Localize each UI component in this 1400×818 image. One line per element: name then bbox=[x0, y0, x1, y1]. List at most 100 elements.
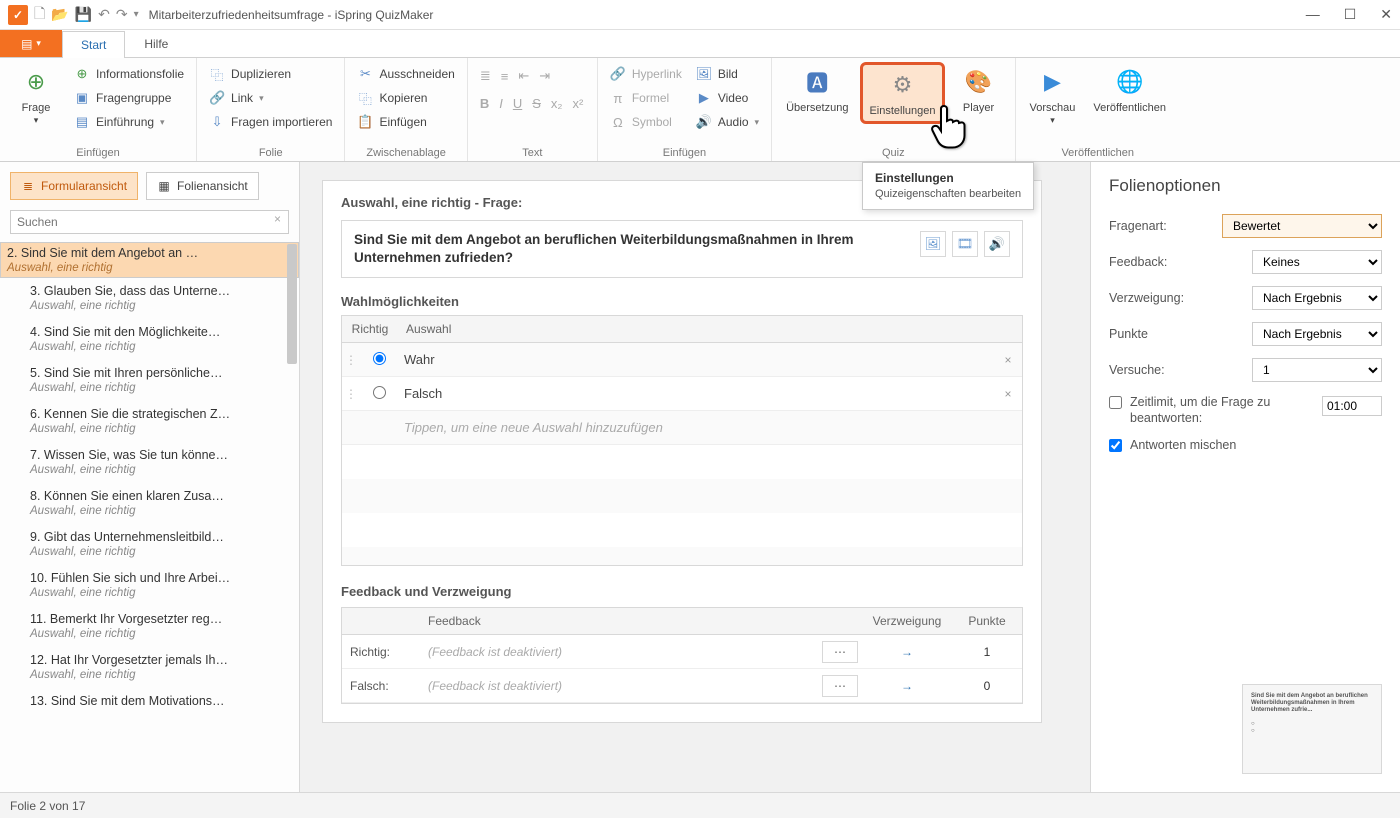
open-icon[interactable]: 📂 bbox=[51, 6, 68, 23]
shuffle-label: Antworten mischen bbox=[1130, 437, 1236, 453]
fragen-importieren-button[interactable]: ⇩Fragen importieren bbox=[205, 112, 336, 132]
drag-handle-icon[interactable]: ⋮ bbox=[342, 387, 360, 401]
question-list-item[interactable]: 7. Wissen Sie, was Sie tun könne…Auswahl… bbox=[0, 442, 299, 483]
question-list-item[interactable]: 3. Glauben Sie, dass das Unterne…Auswahl… bbox=[0, 278, 299, 319]
veroeffentlichen-button[interactable]: 🌐 Veröffentlichen bbox=[1087, 62, 1172, 118]
shuffle-checkbox[interactable] bbox=[1109, 439, 1122, 452]
add-choice-row[interactable]: Tippen, um eine neue Auswahl hinzuzufüge… bbox=[342, 411, 1022, 445]
branch-select[interactable]: Nach Ergebnis bbox=[1252, 286, 1382, 310]
clear-search-icon[interactable]: × bbox=[274, 212, 281, 226]
strike-icon[interactable]: S bbox=[532, 96, 541, 111]
qtype-select[interactable]: Bewertet bbox=[1222, 214, 1382, 238]
fb-branch-icon[interactable]: → bbox=[862, 679, 952, 693]
add-image-button[interactable]: 🖼 bbox=[920, 231, 946, 257]
attempts-select[interactable]: 1 bbox=[1252, 358, 1382, 382]
folienansicht-button[interactable]: ▦ Folienansicht bbox=[146, 172, 259, 200]
formel-button[interactable]: πFormel bbox=[606, 88, 686, 108]
hyperlink-button[interactable]: 🔗Hyperlink bbox=[606, 64, 686, 84]
question-list-item[interactable]: 6. Kennen Sie die strategischen Z…Auswah… bbox=[0, 401, 299, 442]
question-list-item[interactable]: 9. Gibt das Unternehmensleitbild…Auswahl… bbox=[0, 524, 299, 565]
outdent-icon[interactable]: ⇤ bbox=[518, 68, 529, 84]
uebersetzung-button[interactable]: 🅰 Übersetzung bbox=[780, 62, 854, 118]
fb-points[interactable]: 1 bbox=[952, 645, 1022, 659]
einstellungen-button[interactable]: ⚙ Einstellungen bbox=[860, 62, 944, 124]
close-button[interactable]: ✕ bbox=[1380, 6, 1392, 23]
kopieren-button[interactable]: ⿻Kopieren bbox=[353, 88, 458, 108]
choice-row[interactable]: ⋮ Falsch× bbox=[342, 377, 1022, 411]
underline-icon[interactable]: U bbox=[513, 96, 522, 111]
vorschau-button[interactable]: ▶ Vorschau▾ bbox=[1024, 62, 1082, 130]
group-icon: ▣ bbox=[74, 90, 90, 106]
tab-start[interactable]: Start bbox=[62, 31, 125, 58]
question-list-item[interactable]: 13. Sind Sie mit dem Motivations… bbox=[0, 688, 299, 717]
link-button[interactable]: 🔗Link ▾ bbox=[205, 88, 336, 108]
choice-text[interactable]: Falsch bbox=[398, 386, 994, 401]
file-tab[interactable]: ▤ ▾ bbox=[0, 30, 62, 57]
formularansicht-button[interactable]: ≣ Formularansicht bbox=[10, 172, 138, 200]
question-list-item[interactable]: 10. Fühlen Sie sich und Ihre Arbei…Auswa… bbox=[0, 565, 299, 606]
scrollbar-thumb[interactable] bbox=[287, 244, 297, 364]
feedback-select[interactable]: Keines bbox=[1252, 250, 1382, 274]
slide-preview[interactable]: Sind Sie mit dem Angebot an beruflichen … bbox=[1242, 684, 1382, 774]
save-icon[interactable]: 💾 bbox=[75, 6, 92, 23]
points-select[interactable]: Nach Ergebnis bbox=[1252, 322, 1382, 346]
question-list[interactable]: 2. Sind Sie mit dem Angebot an …Auswahl,… bbox=[0, 242, 299, 792]
numbering-icon[interactable]: ≡ bbox=[501, 69, 509, 84]
fb-more-button[interactable]: ⋯ bbox=[822, 675, 858, 697]
frage-button[interactable]: ⊕ Frage▾ bbox=[8, 62, 64, 130]
new-icon[interactable]: 🗋 bbox=[34, 3, 45, 27]
delete-choice-icon[interactable]: × bbox=[994, 353, 1022, 367]
question-list-item[interactable]: 11. Bemerkt Ihr Vorgesetzter reg…Auswahl… bbox=[0, 606, 299, 647]
choice-row[interactable]: ⋮ Wahr× bbox=[342, 343, 1022, 377]
player-button[interactable]: 🎨 Player bbox=[951, 62, 1007, 118]
duplizieren-button[interactable]: ⿻Duplizieren bbox=[205, 64, 336, 84]
einfuegen-button[interactable]: 📋Einfügen bbox=[353, 112, 458, 132]
question-text[interactable]: Sind Sie mit dem Angebot an beruflichen … bbox=[354, 231, 912, 267]
question-list-item[interactable]: 5. Sind Sie mit Ihren persönliche…Auswah… bbox=[0, 360, 299, 401]
qat-dropdown-icon[interactable]: ▾ bbox=[134, 9, 139, 20]
minimize-button[interactable]: — bbox=[1306, 6, 1320, 23]
undo-icon[interactable]: ↶ bbox=[98, 6, 110, 23]
bild-button[interactable]: 🖼Bild bbox=[692, 64, 763, 84]
question-list-item[interactable]: 8. Können Sie einen klaren Zusa…Auswahl,… bbox=[0, 483, 299, 524]
redo-icon[interactable]: ↷ bbox=[116, 6, 128, 23]
bullets-icon[interactable]: ≣ bbox=[480, 68, 491, 84]
delete-choice-icon[interactable]: × bbox=[994, 387, 1022, 401]
symbol-button[interactable]: ΩSymbol bbox=[606, 112, 686, 132]
subscript-icon[interactable]: x₂ bbox=[551, 96, 563, 111]
question-box[interactable]: Sind Sie mit dem Angebot an beruflichen … bbox=[341, 220, 1023, 278]
video-button[interactable]: ▶Video bbox=[692, 88, 763, 108]
audio-button[interactable]: 🔊Audio ▾ bbox=[692, 112, 763, 132]
tab-help[interactable]: Hilfe bbox=[125, 30, 187, 57]
fb-branch-icon[interactable]: → bbox=[862, 645, 952, 659]
search-input[interactable] bbox=[10, 210, 289, 234]
fragengruppe-button[interactable]: ▣Fragengruppe bbox=[70, 88, 188, 108]
question-list-item[interactable]: 2. Sind Sie mit dem Angebot an …Auswahl,… bbox=[0, 242, 299, 278]
add-audio-button[interactable]: 🔊 bbox=[984, 231, 1010, 257]
options-panel: Folienoptionen Fragenart: Bewertet Feedb… bbox=[1090, 162, 1400, 792]
group-label-publish: Veröffentlichen bbox=[1024, 145, 1172, 161]
add-video-button[interactable]: 🎞 bbox=[952, 231, 978, 257]
fb-row-text[interactable]: (Feedback ist deaktiviert) bbox=[420, 645, 818, 659]
tooltip-title: Einstellungen bbox=[875, 171, 1021, 185]
fb-more-button[interactable]: ⋯ bbox=[822, 641, 858, 663]
timelimit-checkbox[interactable] bbox=[1109, 396, 1122, 409]
italic-icon[interactable]: I bbox=[499, 96, 503, 111]
question-list-item[interactable]: 12. Hat Ihr Vorgesetzter jemals Ih…Auswa… bbox=[0, 647, 299, 688]
indent-icon[interactable]: ⇥ bbox=[539, 68, 550, 84]
bold-icon[interactable]: B bbox=[480, 96, 489, 111]
einfuehrung-button[interactable]: ▤Einführung ▾ bbox=[70, 112, 188, 132]
correct-radio[interactable] bbox=[373, 352, 386, 365]
superscript-icon[interactable]: x² bbox=[572, 96, 583, 111]
attempts-label: Versuche: bbox=[1109, 363, 1242, 377]
informationsfolie-button[interactable]: ⊕Informationsfolie bbox=[70, 64, 188, 84]
maximize-button[interactable]: ☐ bbox=[1344, 6, 1357, 23]
ausschneiden-button[interactable]: ✂Ausschneiden bbox=[353, 64, 458, 84]
fb-row-text[interactable]: (Feedback ist deaktiviert) bbox=[420, 679, 818, 693]
choice-text[interactable]: Wahr bbox=[398, 352, 994, 367]
correct-radio[interactable] bbox=[373, 386, 386, 399]
timelimit-input[interactable] bbox=[1322, 396, 1382, 416]
question-list-item[interactable]: 4. Sind Sie mit den Möglichkeite…Auswahl… bbox=[0, 319, 299, 360]
drag-handle-icon[interactable]: ⋮ bbox=[342, 353, 360, 367]
fb-points[interactable]: 0 bbox=[952, 679, 1022, 693]
